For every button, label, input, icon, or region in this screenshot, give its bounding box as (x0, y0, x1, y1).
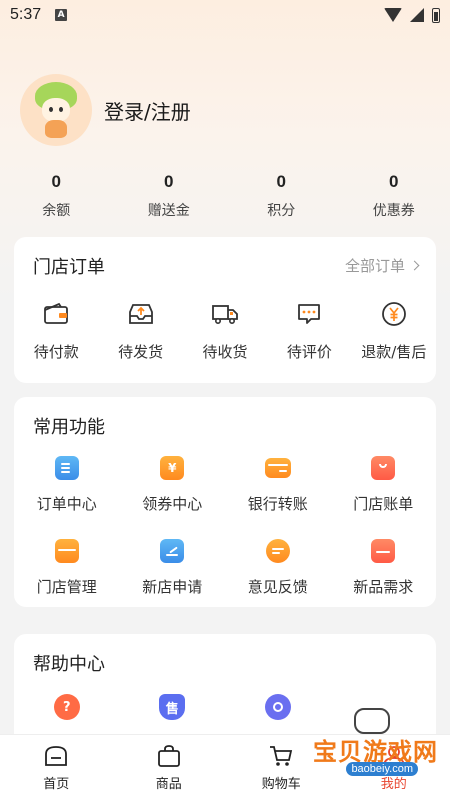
tab-label: 商品 (155, 777, 182, 792)
store-bill-icon (371, 456, 396, 480)
func-feedback[interactable]: 意见反馈 (225, 536, 331, 597)
common-functions-card: 常用功能 订单中心 ¥ 领券中心 银行转账 门店账单 门店管理 新店申请 意见反… (14, 397, 436, 607)
account-stats: 0 余额 0 赠送金 0 积分 0 优惠券 (0, 172, 450, 220)
all-orders-label: 全部订单 (344, 257, 405, 275)
order-pending-shipment[interactable]: 待发货 (98, 299, 182, 362)
stat-points[interactable]: 0 积分 (225, 172, 338, 220)
func-bank-transfer[interactable]: 银行转账 (225, 453, 331, 514)
profile-section[interactable]: 登录/注册 (20, 74, 191, 146)
ring-icon (264, 694, 291, 720)
comment-icon (298, 304, 321, 324)
login-register-link[interactable]: 登录/注册 (104, 96, 191, 125)
store-manage-icon (54, 539, 79, 563)
wifi-icon (384, 8, 402, 22)
truck-icon (212, 305, 238, 324)
store-orders-card: 门店订单 全部订单 待付款 待发货 待收货 待评价 退款/售后 (14, 237, 436, 383)
func-new-store-apply[interactable]: 新店申请 (120, 536, 226, 597)
order-pending-review[interactable]: 待评价 (267, 299, 351, 362)
bank-card-icon (264, 458, 291, 478)
stat-label: 积分 (267, 203, 296, 219)
gamepad-icon (354, 708, 390, 734)
func-store-bill[interactable]: 门店账单 (331, 453, 437, 514)
help-item-aftersale[interactable]: 售 (120, 692, 226, 722)
stat-value: 0 (389, 172, 399, 191)
status-bar: 5:37 A (0, 0, 450, 30)
yen-circle-icon (381, 302, 406, 326)
wallet-icon (44, 302, 69, 324)
outbox-icon (128, 304, 153, 324)
func-label: 新店申请 (142, 578, 203, 596)
after-sale-icon: 售 (159, 694, 186, 720)
func-label: 门店管理 (36, 578, 97, 596)
order-item-label: 待收货 (202, 343, 248, 361)
status-time: 5:37 (10, 6, 42, 23)
order-refund-aftersale[interactable]: 退款/售后 (352, 299, 436, 362)
func-coupon-center[interactable]: ¥ 领券中心 (120, 453, 226, 514)
func-label: 新品需求 (353, 578, 414, 596)
cart-icon (270, 746, 293, 766)
tab-home[interactable]: 首页 (0, 735, 113, 800)
stat-value: 0 (164, 172, 174, 191)
signal-icon (410, 8, 424, 22)
all-orders-link[interactable]: 全部订单 (344, 255, 420, 276)
stat-balance[interactable]: 0 余额 (0, 172, 113, 220)
watermark-url: baobeiy.com (346, 762, 418, 776)
notification-icon: A (55, 9, 68, 21)
func-label: 门店账单 (353, 495, 414, 513)
order-center-icon (54, 456, 79, 480)
chevron-right-icon (409, 260, 420, 271)
order-pending-payment[interactable]: 待付款 (14, 299, 98, 362)
card-title: 帮助中心 (33, 654, 105, 675)
new-store-icon (160, 539, 185, 563)
stat-value: 0 (276, 172, 286, 191)
stat-gift[interactable]: 0 赠送金 (113, 172, 226, 220)
new-product-icon (371, 539, 396, 563)
func-store-manage[interactable]: 门店管理 (14, 536, 120, 597)
func-label: 订单中心 (36, 495, 97, 513)
watermark: 宝贝游戏网 baobeiy.com (302, 706, 442, 786)
order-item-label: 待发货 (118, 343, 164, 361)
func-label: 银行转账 (247, 495, 308, 513)
battery-icon (432, 7, 440, 23)
func-new-product-request[interactable]: 新品需求 (331, 536, 437, 597)
home-icon (45, 746, 68, 766)
order-pending-receipt[interactable]: 待收货 (183, 299, 267, 362)
order-item-label: 待评价 (286, 343, 332, 361)
stat-value: 0 (51, 172, 61, 191)
func-label: 领券中心 (142, 495, 203, 513)
question-icon: ? (53, 694, 80, 720)
feedback-icon (265, 539, 290, 563)
bag-icon (157, 745, 180, 767)
stat-label: 赠送金 (147, 203, 190, 219)
avatar[interactable] (20, 74, 92, 146)
order-item-label: 待付款 (33, 343, 79, 361)
card-title: 常用功能 (33, 417, 105, 438)
order-item-label: 退款/售后 (361, 343, 427, 361)
help-item-faq[interactable]: ? (14, 692, 120, 722)
card-title: 门店订单 (33, 257, 105, 278)
tab-products[interactable]: 商品 (113, 735, 226, 800)
tab-label: 首页 (43, 777, 70, 792)
stat-coupons[interactable]: 0 优惠券 (338, 172, 450, 220)
coupon-icon: ¥ (160, 456, 185, 480)
stat-label: 余额 (42, 203, 71, 219)
after-sale-glyph: 售 (165, 701, 179, 717)
func-label: 意见反馈 (247, 578, 308, 596)
func-order-center[interactable]: 订单中心 (14, 453, 120, 514)
stat-label: 优惠券 (372, 203, 415, 219)
